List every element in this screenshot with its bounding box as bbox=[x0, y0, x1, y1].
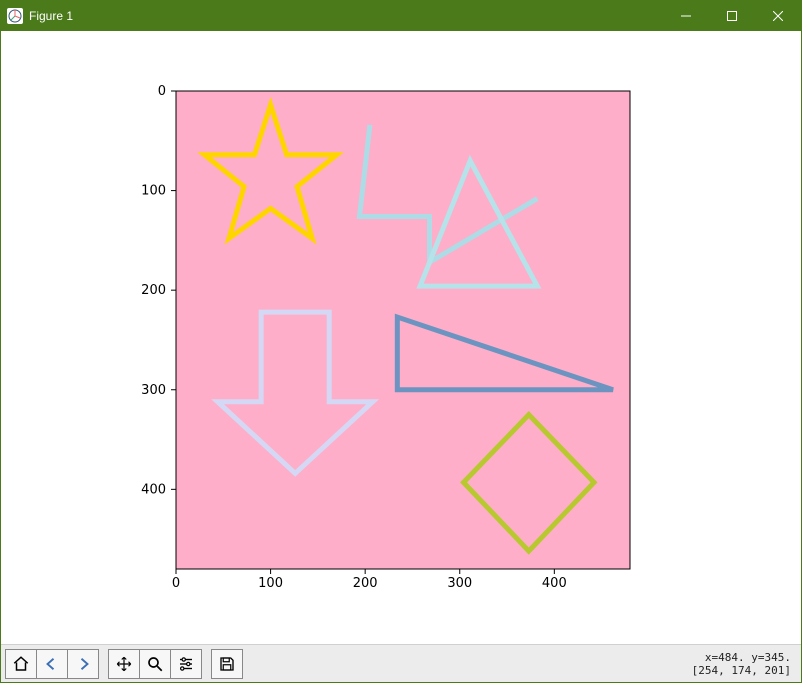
svg-text:200: 200 bbox=[353, 576, 378, 591]
cursor-status: x=484. y=345. [254, 174, 201] bbox=[692, 651, 797, 677]
titlebar: Figure 1 bbox=[1, 1, 801, 31]
save-button[interactable] bbox=[211, 649, 243, 679]
matplotlib-icon bbox=[7, 8, 23, 24]
minimize-icon bbox=[681, 11, 691, 21]
svg-text:100: 100 bbox=[141, 184, 166, 199]
svg-text:400: 400 bbox=[141, 482, 166, 497]
sliders-icon bbox=[177, 655, 195, 673]
maximize-icon bbox=[727, 11, 737, 21]
svg-text:300: 300 bbox=[447, 576, 472, 591]
configure-button[interactable] bbox=[170, 649, 202, 679]
svg-text:200: 200 bbox=[141, 283, 166, 298]
home-button[interactable] bbox=[5, 649, 37, 679]
forward-button[interactable] bbox=[67, 649, 99, 679]
svg-text:0: 0 bbox=[172, 576, 180, 591]
svg-text:0: 0 bbox=[158, 84, 166, 99]
cursor-rgb: [254, 174, 201] bbox=[692, 664, 791, 677]
matplotlib-toolbar: x=484. y=345. [254, 174, 201] bbox=[1, 644, 801, 682]
svg-text:300: 300 bbox=[141, 383, 166, 398]
home-icon bbox=[12, 655, 30, 673]
close-icon bbox=[773, 11, 783, 21]
back-arrow-icon bbox=[43, 655, 61, 673]
forward-arrow-icon bbox=[74, 655, 92, 673]
svg-text:400: 400 bbox=[542, 576, 567, 591]
window-title: Figure 1 bbox=[29, 9, 73, 23]
plot-canvas[interactable]: 0 100 200 300 400 0 100 200 300 400 bbox=[1, 31, 801, 644]
pan-button[interactable] bbox=[108, 649, 140, 679]
pan-icon bbox=[115, 655, 133, 673]
svg-text:100: 100 bbox=[258, 576, 283, 591]
close-button[interactable] bbox=[755, 1, 801, 31]
zoom-icon bbox=[146, 655, 164, 673]
cursor-xy: x=484. y=345. bbox=[692, 651, 791, 664]
zoom-button[interactable] bbox=[139, 649, 171, 679]
minimize-button[interactable] bbox=[663, 1, 709, 31]
maximize-button[interactable] bbox=[709, 1, 755, 31]
save-icon bbox=[218, 655, 236, 673]
back-button[interactable] bbox=[36, 649, 68, 679]
